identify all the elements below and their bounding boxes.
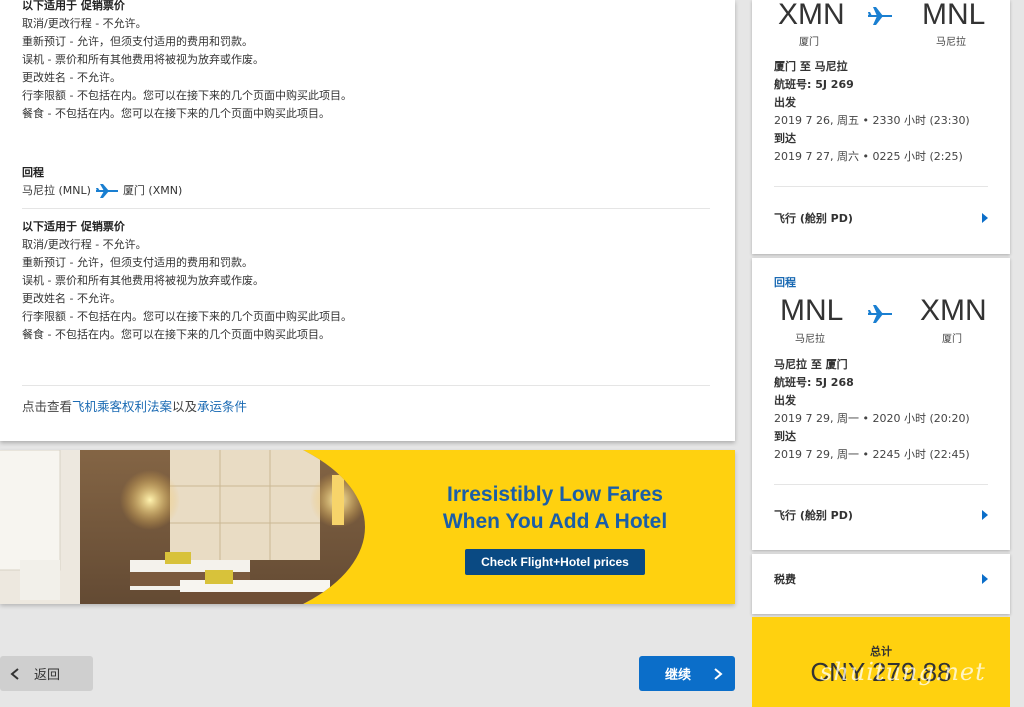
flight-route: 厦门 至 马尼拉 xyxy=(774,60,848,73)
destination-code: XMN xyxy=(920,294,987,327)
return-leg-header: 回程 马尼拉 (MNL) 厦门 (XMN) xyxy=(22,164,182,200)
outbound-route-codes: XMN 厦门 MNL 马尼拉 xyxy=(752,0,1010,48)
rule-line: 行李限额 - 不包括在内。您可以在接下来的几个页面中购买此项目。 xyxy=(22,89,352,102)
return-leg-label: 回程 xyxy=(774,276,796,289)
fare-class-label: 飞行 (舱别 PD) xyxy=(774,212,853,225)
arrive-label: 到达 xyxy=(774,132,796,145)
taxes-row[interactable]: 税费 xyxy=(774,571,988,587)
divider xyxy=(22,208,710,209)
hotel-room-image xyxy=(0,450,365,604)
return-flight-details: 马尼拉 至 厦门 航班号: 5J 268 出发 2019 7 29, 周一 • … xyxy=(774,356,970,464)
terms-links: 点击查看飞机乘客权利法案以及承运条件 xyxy=(22,396,247,415)
depart-label: 出发 xyxy=(774,394,796,407)
back-button-label: 返回 xyxy=(34,668,61,683)
return-origin: 马尼拉 (MNL) xyxy=(22,184,91,197)
arrive-label: 到达 xyxy=(774,430,796,443)
banner-headline-line: Irresistibly Low Fares xyxy=(447,483,663,506)
fare-rules-title: 以下适用于 促销票价 xyxy=(22,0,125,12)
flight-route: 马尼拉 至 厦门 xyxy=(774,358,848,371)
return-destination: 厦门 (XMN) xyxy=(122,184,183,197)
rule-line: 餐食 - 不包括在内。您可以在接下来的几个页面中购买此项目。 xyxy=(22,107,330,120)
outbound-fare-rules: 以下适用于 促销票价 取消/更改行程 - 不允许。 重新预订 - 允许，但须支付… xyxy=(22,0,352,123)
rule-line: 餐食 - 不包括在内。您可以在接下来的几个页面中购买此项目。 xyxy=(22,328,330,341)
rule-line: 行李限额 - 不包括在内。您可以在接下来的几个页面中购买此项目。 xyxy=(22,310,352,323)
return-fare-rules: 以下适用于 促销票价 取消/更改行程 - 不允许。 重新预订 - 允许，但须支付… xyxy=(22,218,352,344)
airplane-icon xyxy=(95,184,118,198)
destination-city: 马尼拉 xyxy=(936,37,966,48)
destination-city: 厦门 xyxy=(942,334,962,345)
chevron-left-icon xyxy=(10,667,19,680)
airplane-icon xyxy=(868,305,892,323)
rule-line: 误机 - 票价和所有其他费用将被视为放弃或作废。 xyxy=(22,274,264,287)
caret-right-icon xyxy=(982,574,988,584)
divider xyxy=(774,186,988,187)
arrive-time: 2019 7 29, 周一 • 2245 小时 (22:45) xyxy=(774,448,970,461)
arrive-time: 2019 7 27, 周六 • 0225 小时 (2:25) xyxy=(774,150,963,163)
destination-code: MNL xyxy=(922,0,986,31)
depart-label: 出发 xyxy=(774,96,796,109)
rule-line: 重新预订 - 允许，但须支付适用的费用和罚款。 xyxy=(22,35,253,48)
divider xyxy=(774,484,988,485)
return-route: 马尼拉 (MNL) 厦门 (XMN) xyxy=(22,182,182,200)
flight-number: 航班号: 5J 269 xyxy=(774,78,854,91)
depart-time: 2019 7 29, 周一 • 2020 小时 (20:20) xyxy=(774,412,970,425)
hotel-promo-banner[interactable]: Irresistibly Low Fares When You Add A Ho… xyxy=(0,450,735,604)
depart-time: 2019 7 26, 周五 • 2330 小时 (23:30) xyxy=(774,114,970,127)
terms-prefix: 点击查看 xyxy=(22,399,73,414)
return-leg-title: 回程 xyxy=(22,166,44,179)
continue-button[interactable]: 继续 xyxy=(639,656,735,691)
outbound-flight-card: XMN 厦门 MNL 马尼拉 厦门 至 马尼拉 航班号: 5J 269 出发 2… xyxy=(752,0,1010,254)
fare-rules-title: 以下适用于 促销票价 xyxy=(22,220,125,233)
conditions-of-carriage-link[interactable]: 承运条件 xyxy=(197,399,247,414)
terms-middle: 以及 xyxy=(172,399,198,414)
rule-line: 误机 - 票价和所有其他费用将被视为放弃或作废。 xyxy=(22,53,264,66)
rule-line: 取消/更改行程 - 不允许。 xyxy=(22,238,147,251)
return-fare-class-row[interactable]: 飞行 (舱别 PD) xyxy=(774,507,988,523)
outbound-fare-class-row[interactable]: 飞行 (舱别 PD) xyxy=(774,210,988,226)
return-flight-card: 回程 MNL 马尼拉 XMN 厦门 马尼拉 至 厦门 航班号: 5J 268 出… xyxy=(752,258,1010,550)
rule-line: 更改姓名 - 不允许。 xyxy=(22,71,121,84)
fare-class-label: 飞行 (舱别 PD) xyxy=(774,509,853,522)
origin-code: MNL xyxy=(780,294,844,327)
origin-city: 厦门 xyxy=(799,37,819,48)
rule-line: 更改姓名 - 不允许。 xyxy=(22,292,121,305)
check-flight-hotel-button[interactable]: Check Flight+Hotel prices xyxy=(465,549,645,575)
outbound-flight-details: 厦门 至 马尼拉 航班号: 5J 269 出发 2019 7 26, 周五 • … xyxy=(774,58,970,166)
banner-headline-line: When You Add A Hotel xyxy=(442,510,668,533)
return-route-codes: MNL 马尼拉 XMN 厦门 xyxy=(752,294,1010,345)
chevron-right-icon xyxy=(714,667,723,680)
caret-right-icon xyxy=(982,510,988,520)
fare-rules-card: 以下适用于 促销票价 取消/更改行程 - 不允许。 重新预订 - 允许，但须支付… xyxy=(0,0,735,441)
divider xyxy=(22,385,710,386)
origin-city: 马尼拉 xyxy=(795,334,825,345)
continue-button-label: 继续 xyxy=(665,668,692,683)
rule-line: 重新预订 - 允许，但须支付适用的费用和罚款。 xyxy=(22,256,253,269)
caret-right-icon xyxy=(982,213,988,223)
total-price-box: 总计 CNY 279.88 xyxy=(752,617,1010,707)
flight-number: 航班号: 5J 268 xyxy=(774,376,854,389)
passenger-rights-link[interactable]: 飞机乘客权利法案 xyxy=(72,399,172,414)
origin-code: XMN xyxy=(778,0,845,31)
taxes-card[interactable]: 税费 xyxy=(752,554,1010,614)
rule-line: 取消/更改行程 - 不允许。 xyxy=(22,17,147,30)
taxes-label: 税费 xyxy=(774,573,796,586)
airplane-icon xyxy=(868,7,892,25)
total-amount: CNY 279.88 xyxy=(810,657,952,687)
banner-headline: Irresistibly Low Fares When You Add A Ho… xyxy=(395,481,715,535)
back-button[interactable]: 返回 xyxy=(0,656,93,691)
